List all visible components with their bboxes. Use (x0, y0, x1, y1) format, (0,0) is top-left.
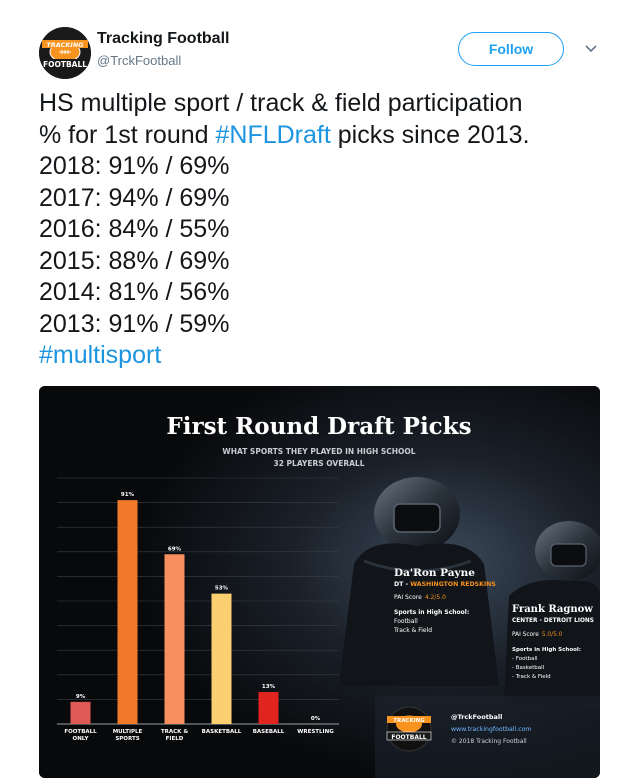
category-label: FIELD (166, 736, 184, 742)
player-team: WASHINGTON REDSKINS (410, 581, 496, 588)
follow-button[interactable]: Follow (458, 32, 564, 66)
pai-label: PAI Score (512, 632, 539, 638)
player-team: DETROIT LIONS (544, 618, 594, 624)
infographic-subtitle: WHAT SPORTS THEY PLAYED IN HIGH SCHOOL (222, 447, 415, 456)
bar-value-label: 0% (311, 716, 321, 722)
tweet-line: % for 1st round #NFLDraft picks since 20… (39, 120, 609, 152)
logo-text: FOOTBALL (391, 734, 426, 741)
bar-value-label: 13% (262, 684, 276, 690)
pai-label: PAI Score (394, 594, 422, 601)
category-label: FOOTBALL (64, 729, 97, 735)
separator: - (403, 581, 410, 588)
sport-item: Track & Field (393, 627, 432, 634)
hashtag-link[interactable]: #multisport (39, 340, 609, 372)
tracking-football-logo: TRACKING FOOTBALL (386, 706, 432, 752)
user-handle[interactable]: @TrckFootball (97, 53, 181, 68)
sport-item: - Basketball (512, 665, 545, 671)
bar-value-label: 69% (168, 546, 182, 552)
stat-line: 2018: 91% / 69% (39, 152, 230, 180)
bar-value-label: 91% (121, 492, 135, 498)
bar (70, 701, 91, 724)
bar-value-label: 53% (215, 586, 229, 592)
tweet-text: HS multiple sport / track & field partic… (39, 88, 609, 372)
pai-value: 5.0/5.0 (542, 632, 563, 638)
category-label: MULTIPLE (113, 729, 143, 735)
footer-twitter: @TrckFootball (451, 713, 502, 721)
bar (164, 554, 185, 724)
stat-line: 2016: 84% / 55% (39, 215, 230, 243)
sports-heading: Sports in High School: (394, 609, 469, 616)
tweet-text-segment: picks since 2013. (330, 120, 530, 149)
infographic-footer: TRACKING FOOTBALL @TrckFootball www.trac… (375, 696, 600, 778)
tweet-media-image[interactable]: First Round Draft Picks WHAT SPORTS THEY… (39, 386, 600, 778)
bar (117, 500, 138, 724)
bar (258, 692, 279, 724)
stat-line: 2013: 91% / 59% (39, 309, 230, 338)
profile-avatar[interactable]: TRACKING FOOTBALL (39, 27, 91, 79)
player-name: Da'Ron Payne (394, 567, 475, 579)
tweet-text-segment: % for 1st round (39, 120, 216, 149)
infographic-title: First Round Draft Picks (166, 413, 471, 440)
category-label: BASKETBALL (202, 729, 242, 735)
svg-text:TRACKING: TRACKING (46, 41, 84, 49)
footer-copyright: © 2018 Tracking Football (451, 738, 527, 745)
player-name: Frank Ragnow (512, 604, 593, 615)
infographic: First Round Draft Picks WHAT SPORTS THEY… (39, 386, 600, 778)
logo-text: TRACKING (393, 718, 425, 724)
bar (211, 593, 232, 724)
tracking-football-logo: TRACKING FOOTBALL (39, 27, 91, 79)
pai-score: PAI Score 5.0/5.0 (512, 632, 563, 638)
bar-value-label: 9% (76, 694, 86, 700)
infographic-subtitle: 32 PLAYERS OVERALL (274, 459, 365, 468)
chevron-down-icon[interactable] (580, 40, 602, 58)
stat-line: 2014: 81% / 56% (39, 278, 230, 306)
tweet-header: TRACKING FOOTBALL Tracking Football @Trc… (0, 0, 630, 80)
sport-item: - Track & Field (512, 674, 551, 680)
category-label: SPORTS (115, 736, 139, 742)
category-label: WRESTLING (297, 729, 334, 735)
player-position-team: DT - WASHINGTON REDSKINS (394, 581, 496, 588)
category-label: ONLY (73, 736, 90, 742)
stat-line: 2015: 88% / 69% (39, 246, 230, 275)
pai-value: 4.2/5.0 (425, 594, 446, 601)
user-display-name[interactable]: Tracking Football (97, 30, 229, 48)
tweet-line: HS multiple sport / track & field partic… (39, 89, 523, 117)
svg-text:FOOTBALL: FOOTBALL (43, 60, 87, 69)
pai-score: PAI Score 4.2/5.0 (394, 594, 446, 601)
sport-item: - Football (512, 656, 538, 662)
player-position: CENTER (512, 618, 538, 624)
category-label: TRACK & (161, 729, 188, 735)
category-label: BASEBALL (253, 729, 285, 735)
sport-item: Football (394, 618, 418, 625)
player-position-team: CENTER - DETROIT LIONS (512, 618, 594, 624)
footer-website: www.trackingfootball.com (451, 726, 531, 733)
sports-heading: Sports in High School: (512, 647, 581, 653)
hashtag-link[interactable]: #NFLDraft (215, 121, 330, 149)
stat-line: 2017: 94% / 69% (39, 183, 230, 212)
